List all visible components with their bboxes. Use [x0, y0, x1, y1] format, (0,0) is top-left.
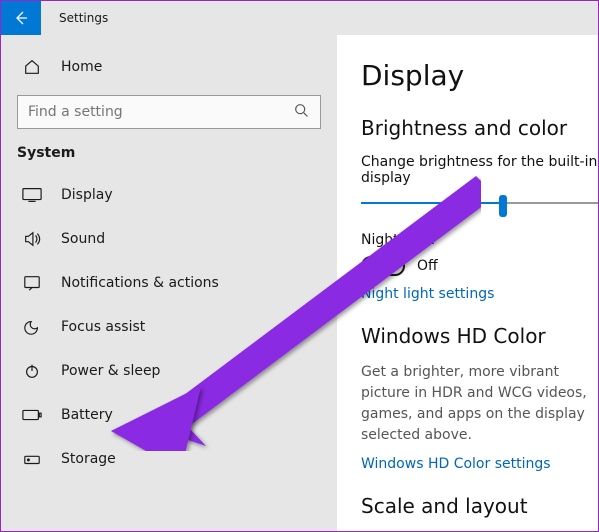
sound-icon — [21, 230, 43, 248]
night-light-toggle[interactable] — [361, 256, 405, 276]
display-icon — [21, 187, 43, 203]
sidebar-item-battery[interactable]: Battery — [1, 393, 337, 437]
titlebar-title: Settings — [59, 11, 108, 25]
sidebar-item-label: Power & sleep — [61, 363, 160, 379]
search-wrap — [17, 95, 321, 129]
sidebar-item-label: Display — [61, 187, 113, 203]
slider-fill — [361, 202, 503, 204]
sidebar-item-focus-assist[interactable]: Focus assist — [1, 305, 337, 349]
night-light-settings-link[interactable]: Night light settings — [361, 286, 598, 302]
sidebar-item-label: Sound — [61, 231, 105, 247]
hd-color-settings-link[interactable]: Windows HD Color settings — [361, 456, 598, 472]
slider-thumb[interactable] — [499, 195, 507, 217]
main-panel: Display Brightness and color Change brig… — [337, 35, 598, 531]
sidebar-item-notifications[interactable]: Notifications & actions — [1, 261, 337, 305]
sidebar: Home System Display Sound Notification — [1, 35, 337, 531]
brightness-slider[interactable] — [361, 194, 598, 218]
back-button[interactable] — [1, 1, 41, 35]
toggle-knob — [365, 260, 377, 272]
back-arrow-icon — [13, 10, 29, 26]
sidebar-item-power-sleep[interactable]: Power & sleep — [1, 349, 337, 393]
sidebar-item-label: Notifications & actions — [61, 275, 219, 291]
search-input[interactable] — [17, 95, 321, 129]
sidebar-item-label: Battery — [61, 407, 113, 423]
focus-assist-icon — [21, 318, 43, 336]
toggle-state-label: Off — [417, 258, 438, 274]
hd-color-description: Get a brighter, more vibrant picture in … — [361, 362, 598, 446]
battery-icon — [21, 408, 43, 422]
page-title: Display — [361, 59, 598, 92]
section-scale-layout: Scale and layout — [361, 494, 598, 518]
night-light-label: Night light — [361, 232, 598, 248]
sidebar-item-label: Focus assist — [61, 319, 145, 335]
sidebar-item-display[interactable]: Display — [1, 173, 337, 217]
brightness-label: Change brightness for the built-in displ… — [361, 154, 598, 186]
section-brightness: Brightness and color — [361, 116, 598, 140]
sidebar-item-sound[interactable]: Sound — [1, 217, 337, 261]
sidebar-item-label: Home — [61, 59, 102, 75]
sidebar-item-label: Storage — [61, 451, 116, 467]
sidebar-item-home[interactable]: Home — [1, 49, 337, 85]
power-icon — [21, 362, 43, 380]
sidebar-group-system: System — [17, 145, 337, 161]
notifications-icon — [21, 274, 43, 292]
section-hd-color: Windows HD Color — [361, 324, 598, 348]
search-icon — [293, 102, 311, 124]
titlebar: Settings — [1, 1, 598, 35]
storage-icon — [21, 450, 43, 468]
home-icon — [21, 57, 43, 77]
sidebar-item-storage[interactable]: Storage — [1, 437, 337, 481]
